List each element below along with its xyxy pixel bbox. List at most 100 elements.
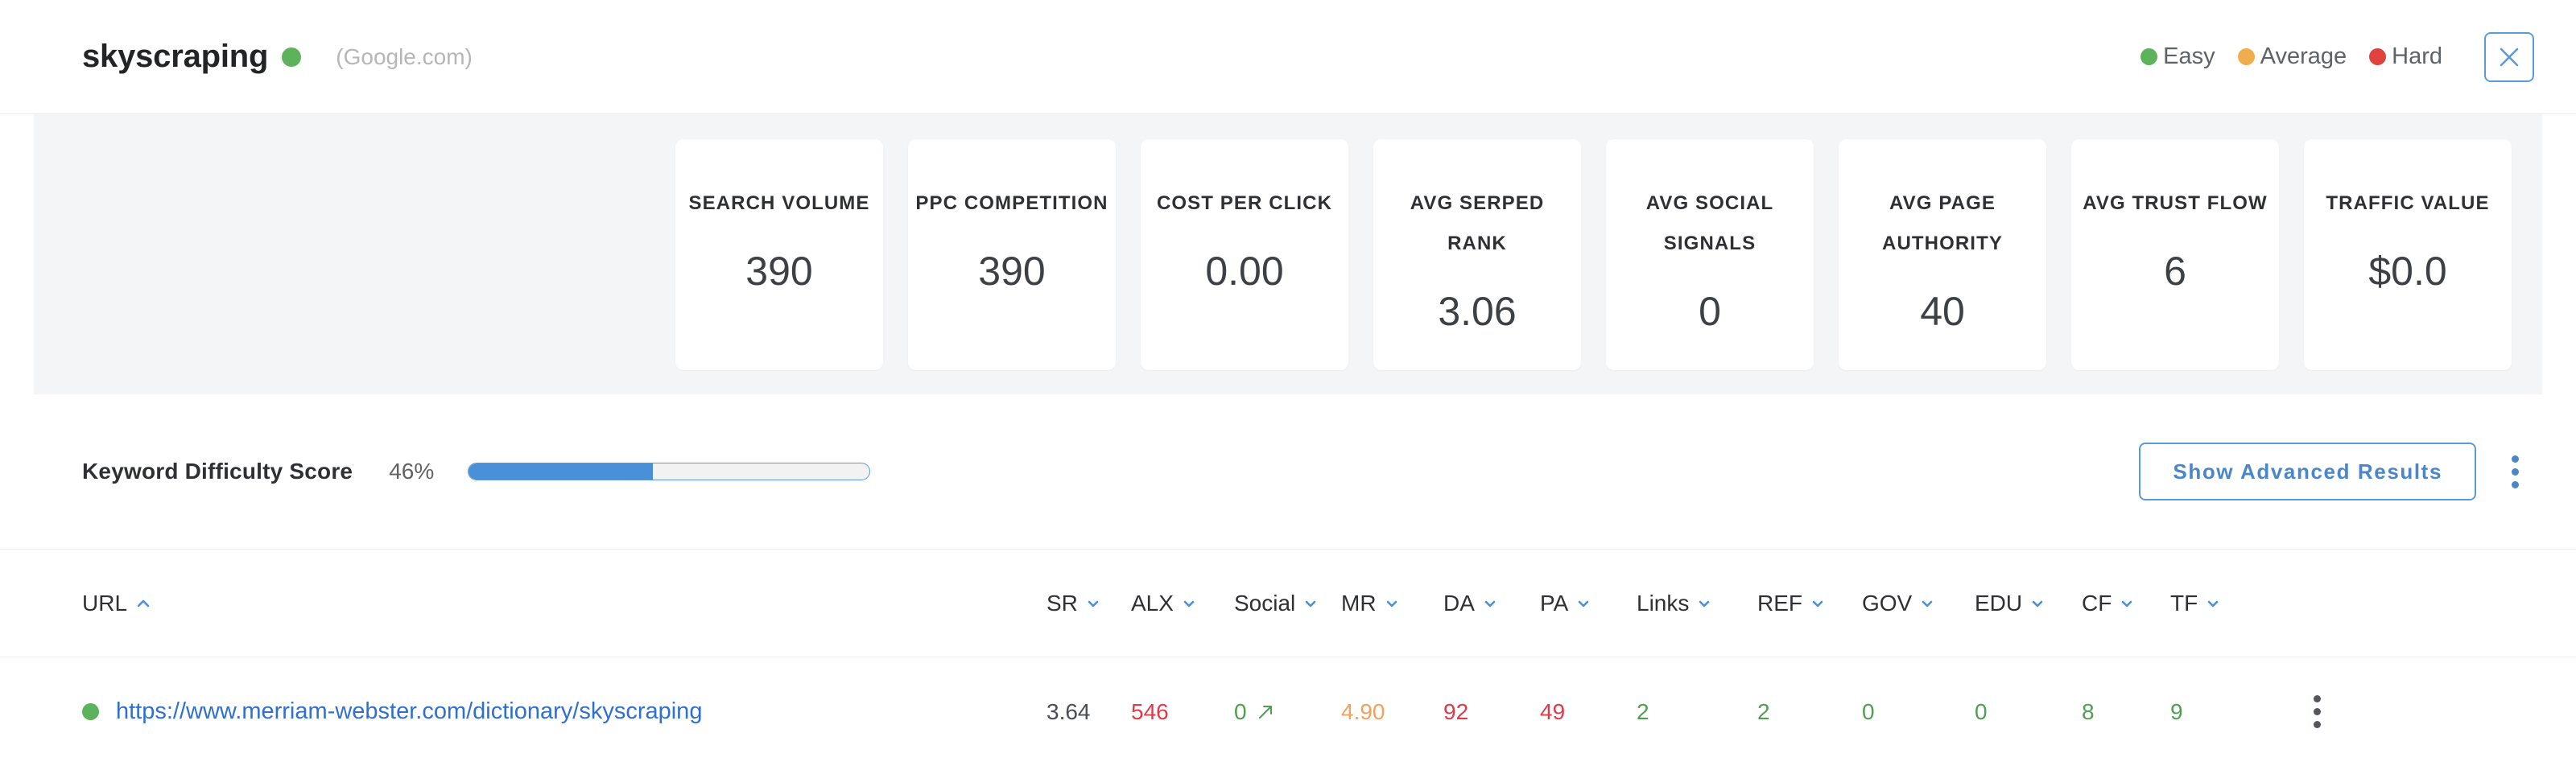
panel-header: skyscraping (Google.com) Easy Average Ha…	[0, 0, 2576, 114]
metric-card-traffic-value: TRAFFIC VALUE $0.0	[2304, 138, 2512, 370]
table-cell-links: 2	[1637, 698, 1649, 724]
sort-ascending-chevron-up-icon[interactable]	[134, 595, 152, 612]
chevron-down-icon[interactable]	[1696, 595, 1712, 612]
metric-label: PPC COMPETITION	[915, 192, 1108, 214]
column-header-links[interactable]: Links	[1637, 591, 1757, 616]
metric-card-avg-serped-rank: AVG SERPED RANK 3.06	[1373, 138, 1581, 370]
search-engine-source-label: (Google.com)	[336, 43, 473, 69]
keyword-difficulty-label: Keyword Difficulty Score	[82, 459, 353, 484]
column-header-edu[interactable]: EDU	[1975, 591, 2082, 616]
chevron-down-icon[interactable]	[1575, 595, 1591, 612]
column-header-label: CF	[2082, 590, 2112, 616]
metric-card-search-volume: SEARCH VOLUME 390	[675, 138, 883, 370]
column-header-sr[interactable]: SR	[1046, 591, 1131, 616]
table-cell-sr: 3.64	[1046, 698, 1091, 724]
keyword-heading-group: skyscraping (Google.com)	[82, 39, 473, 75]
chevron-down-icon[interactable]	[1384, 595, 1400, 612]
column-header-alx[interactable]: ALX	[1131, 591, 1234, 616]
row-more-options-button[interactable]	[2297, 695, 2336, 728]
metric-value: 6	[2164, 248, 2186, 294]
metric-value: 0.00	[1205, 248, 1284, 294]
column-header-ref[interactable]: REF	[1757, 591, 1862, 616]
close-button[interactable]	[2484, 31, 2534, 82]
legend-label-hard: Hard	[2392, 43, 2442, 69]
column-header-da[interactable]: DA	[1443, 591, 1540, 616]
results-table: URL SR ALX Social MR DA PA Links REF GOV…	[0, 550, 2576, 766]
table-cell-mr: 4.90	[1341, 698, 1385, 724]
panel-more-options-button[interactable]	[2496, 455, 2534, 488]
table-row[interactable]: https://www.merriam-webster.com/dictiona…	[0, 657, 2576, 766]
kebab-menu-icon	[2313, 695, 2321, 702]
legend-item-hard: Hard	[2369, 43, 2442, 70]
legend-label-easy: Easy	[2163, 43, 2215, 69]
chevron-down-icon[interactable]	[2205, 595, 2221, 612]
keyword-difficulty-row: Keyword Difficulty Score 46% Show Advanc…	[0, 394, 2576, 550]
column-header-label: Links	[1637, 590, 1690, 616]
result-url-link[interactable]: https://www.merriam-webster.com/dictiona…	[116, 698, 702, 725]
column-header-label: ALX	[1131, 590, 1174, 616]
metric-card-avg-social-signals: AVG SOCIAL SIGNALS 0	[1606, 138, 1814, 370]
row-difficulty-status-dot	[82, 703, 99, 720]
kebab-menu-icon	[2313, 721, 2321, 728]
kebab-menu-icon	[2511, 480, 2519, 488]
column-header-gov[interactable]: GOV	[1862, 591, 1975, 616]
column-header-label: GOV	[1862, 590, 1913, 616]
metric-card-avg-page-authority: AVG PAGE AUTHORITY 40	[1839, 138, 2046, 370]
table-cell-da: 92	[1443, 698, 1469, 724]
keyword-difficulty-progress-fill	[469, 463, 654, 480]
chevron-down-icon[interactable]	[1181, 595, 1197, 612]
chevron-down-icon[interactable]	[1085, 595, 1101, 612]
column-header-label: Social	[1234, 590, 1296, 616]
column-header-label: MR	[1341, 590, 1377, 616]
column-header-url[interactable]: URL	[0, 591, 1046, 616]
table-cell-pa: 49	[1540, 698, 1566, 724]
column-header-label: TF	[2170, 590, 2198, 616]
metric-value: 390	[745, 248, 813, 294]
column-header-pa[interactable]: PA	[1540, 591, 1637, 616]
metric-card-cost-per-click: COST PER CLICK 0.00	[1141, 138, 1348, 370]
legend-dot-easy-icon	[2140, 48, 2158, 65]
table-cell-actions	[2259, 695, 2388, 728]
legend-dot-hard-icon	[2369, 48, 2387, 65]
chevron-down-icon[interactable]	[2029, 595, 2046, 612]
chevron-down-icon[interactable]	[1919, 595, 1935, 612]
column-header-cf[interactable]: CF	[2082, 591, 2170, 616]
column-header-label: DA	[1443, 590, 1475, 616]
column-header-label: URL	[82, 590, 128, 616]
metric-label: AVG TRUST FLOW	[2083, 192, 2268, 214]
column-header-mr[interactable]: MR	[1341, 591, 1443, 616]
chevron-down-icon[interactable]	[1302, 595, 1319, 612]
metric-label: TRAFFIC VALUE	[2326, 192, 2490, 214]
metrics-summary-panel: SEARCH VOLUME 390 PPC COMPETITION 390 CO…	[34, 114, 2542, 394]
keyword-difficulty-percent: 46%	[389, 459, 435, 484]
metric-card-ppc-competition: PPC COMPETITION 390	[908, 138, 1116, 370]
chevron-down-icon[interactable]	[1482, 595, 1498, 612]
table-cell-alx: 546	[1131, 698, 1169, 724]
metric-value: 0	[1699, 288, 1721, 334]
chevron-down-icon[interactable]	[2119, 595, 2135, 612]
metric-card-avg-trust-flow: AVG TRUST FLOW 6	[2071, 138, 2279, 370]
metric-label: AVG SERPED RANK	[1410, 192, 1545, 254]
page-title: skyscraping	[82, 39, 269, 74]
metric-label: COST PER CLICK	[1156, 192, 1333, 214]
show-advanced-results-button[interactable]: Show Advanced Results	[2139, 443, 2476, 500]
legend-label-average: Average	[2260, 43, 2347, 69]
trend-up-arrow-icon	[1255, 702, 1276, 723]
column-header-label: SR	[1046, 590, 1078, 616]
column-header-social[interactable]: Social	[1234, 591, 1341, 616]
table-cell-gov: 0	[1862, 698, 1875, 724]
close-icon	[2500, 47, 2519, 66]
metric-label: AVG PAGE AUTHORITY	[1882, 192, 2003, 254]
column-header-tf[interactable]: TF	[2170, 591, 2259, 616]
legend-dot-average-icon	[2237, 48, 2255, 65]
metric-label: SEARCH VOLUME	[688, 192, 870, 214]
metric-value: 3.06	[1438, 288, 1517, 334]
kebab-menu-icon	[2313, 708, 2321, 715]
legend-item-easy: Easy	[2140, 43, 2215, 70]
chevron-down-icon[interactable]	[1810, 595, 1826, 612]
difficulty-legend: Easy Average Hard	[2118, 43, 2442, 70]
table-header-row: URL SR ALX Social MR DA PA Links REF GOV…	[0, 550, 2576, 657]
keyword-detail-panel: skyscraping (Google.com) Easy Average Ha…	[0, 0, 2576, 766]
metric-value: 390	[978, 248, 1046, 294]
table-cell-cf: 8	[2082, 698, 2095, 724]
